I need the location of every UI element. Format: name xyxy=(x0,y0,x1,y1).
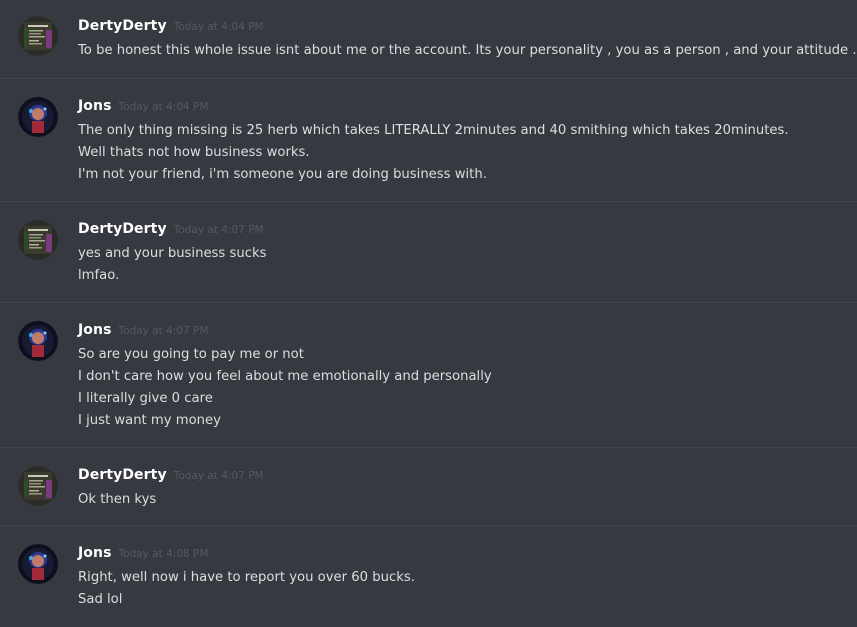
message-group: DertyDerty Today at 4:07 PM Ok then kys xyxy=(0,447,857,525)
username[interactable]: DertyDerty xyxy=(78,467,167,483)
message-group: Jons Today at 4:08 PM Right, well now i … xyxy=(0,525,857,626)
message-content: DertyDerty Today at 4:04 PM To be honest… xyxy=(78,0,857,78)
chat-messages: DertyDerty Today at 4:04 PM To be honest… xyxy=(0,0,857,627)
timestamp[interactable]: Today at 4:08 PM xyxy=(119,548,209,560)
username[interactable]: Jons xyxy=(78,98,112,114)
message-content: DertyDerty Today at 4:07 PM Ok then kys xyxy=(78,448,264,525)
message-group: DertyDerty Today at 4:07 PM yes and your… xyxy=(0,201,857,302)
message-header: Jons Today at 4:07 PM xyxy=(78,322,492,344)
message-content: DertyDerty Today at 4:07 PM yes and your… xyxy=(78,202,266,302)
timestamp[interactable]: Today at 4:04 PM xyxy=(119,101,209,113)
message-line: yes and your business sucks xyxy=(78,246,267,261)
message-line: The only thing missing is 25 herb which … xyxy=(78,123,789,138)
message-line: Sad lol xyxy=(78,592,123,607)
message-line: I don't care how you feel about me emoti… xyxy=(78,369,492,384)
message-group: Jons Today at 4:07 PM So are you going t… xyxy=(0,302,857,447)
avatar[interactable] xyxy=(18,466,58,506)
avatar[interactable] xyxy=(18,97,58,137)
message-group: Jons Today at 4:04 PM The only thing mis… xyxy=(0,78,857,201)
avatar[interactable] xyxy=(18,16,58,56)
message-line: lmfao. xyxy=(78,268,120,283)
message-line: To be honest this whole issue isnt about… xyxy=(78,43,857,58)
message-header: Jons Today at 4:08 PM xyxy=(78,545,415,567)
avatar[interactable] xyxy=(18,321,58,361)
message-line: I just want my money xyxy=(78,413,221,428)
message-header: DertyDerty Today at 4:04 PM xyxy=(78,18,857,40)
username[interactable]: DertyDerty xyxy=(78,221,167,237)
message-header: DertyDerty Today at 4:07 PM xyxy=(78,467,264,489)
timestamp[interactable]: Today at 4:07 PM xyxy=(119,325,209,337)
username[interactable]: Jons xyxy=(78,322,112,338)
message-content: Jons Today at 4:07 PM So are you going t… xyxy=(78,303,492,447)
message-content: Jons Today at 4:04 PM The only thing mis… xyxy=(78,79,789,201)
message-line: I'm not your friend, i'm someone you are… xyxy=(78,167,487,182)
avatar[interactable] xyxy=(18,220,58,260)
message-line: Well thats not how business works. xyxy=(78,145,310,160)
avatar[interactable] xyxy=(18,544,58,584)
message-line: I literally give 0 care xyxy=(78,391,213,406)
message-line: So are you going to pay me or not xyxy=(78,347,304,362)
timestamp[interactable]: Today at 4:04 PM xyxy=(174,21,264,33)
message-content: Jons Today at 4:08 PM Right, well now i … xyxy=(78,526,415,626)
timestamp[interactable]: Today at 4:07 PM xyxy=(174,470,264,482)
username[interactable]: Jons xyxy=(78,545,112,561)
message-header: Jons Today at 4:04 PM xyxy=(78,98,789,120)
timestamp[interactable]: Today at 4:07 PM xyxy=(174,224,264,236)
message-line: Ok then kys xyxy=(78,492,157,507)
message-group: DertyDerty Today at 4:04 PM To be honest… xyxy=(0,0,857,78)
username[interactable]: DertyDerty xyxy=(78,18,167,34)
message-header: DertyDerty Today at 4:07 PM xyxy=(78,221,266,243)
message-line: Right, well now i have to report you ove… xyxy=(78,570,415,585)
